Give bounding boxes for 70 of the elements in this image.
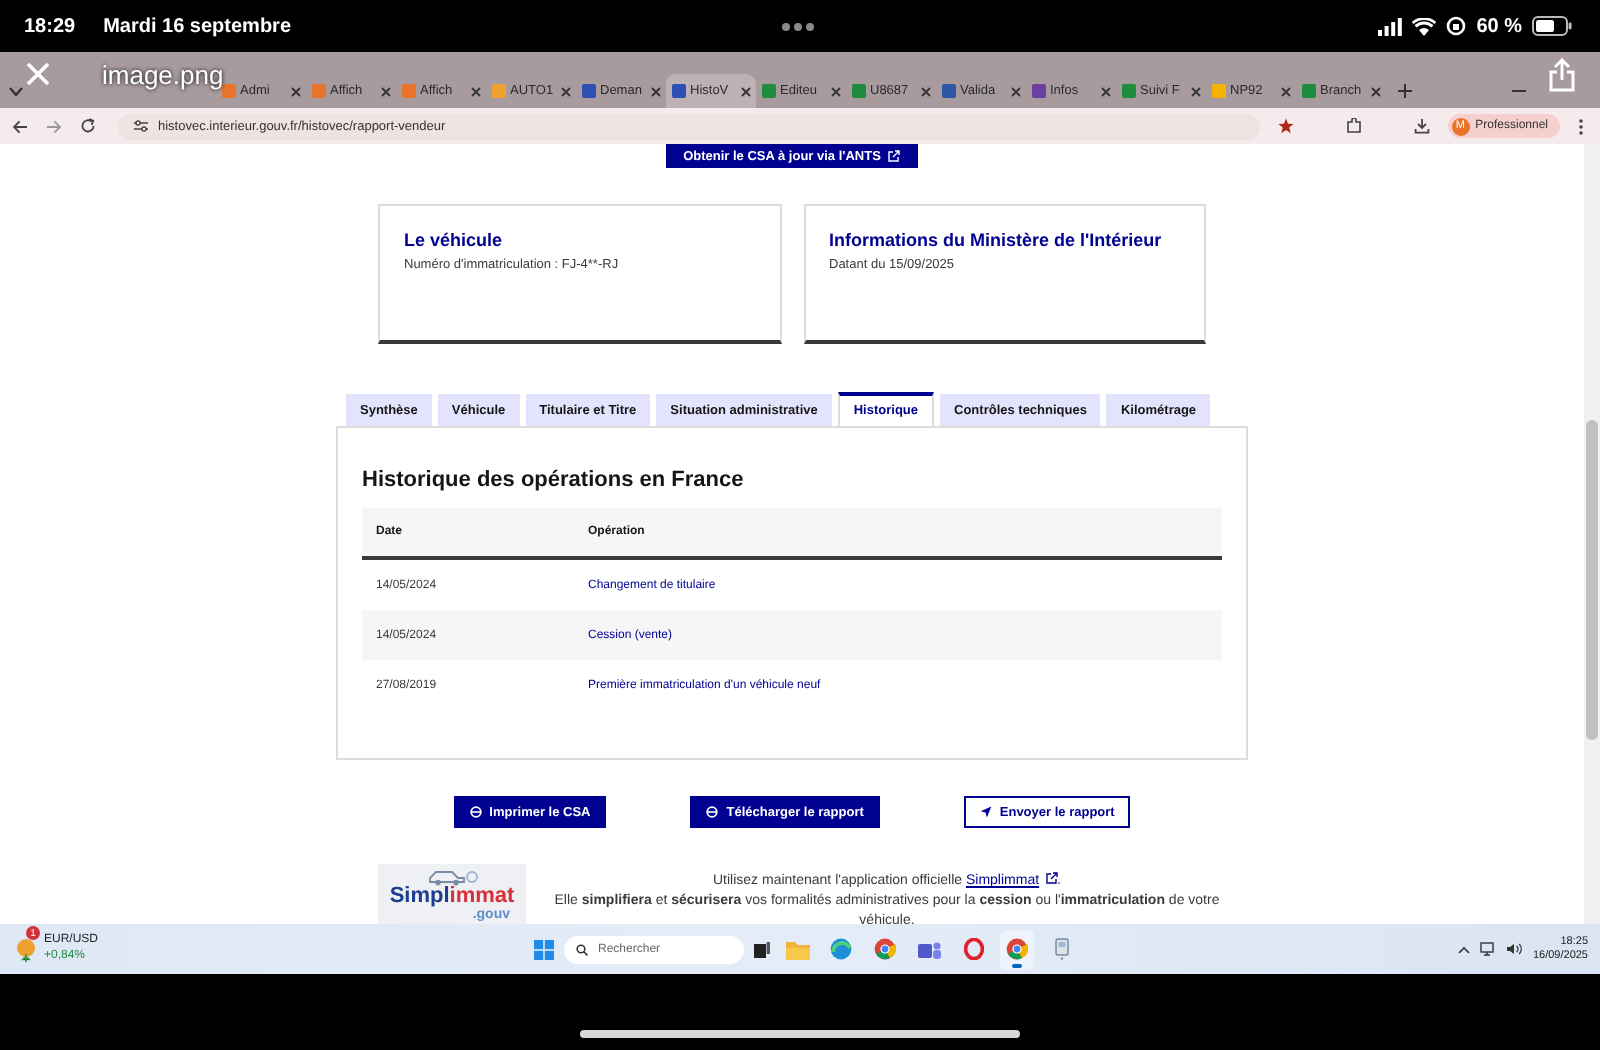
disc-icon [706, 806, 719, 818]
signal-icon [1378, 17, 1403, 35]
favicon-icon [492, 84, 506, 98]
close-icon[interactable] [1010, 85, 1022, 97]
chevron-up-icon[interactable] [1458, 945, 1471, 953]
favicon-icon [852, 84, 866, 98]
close-icon[interactable] [1370, 85, 1382, 97]
minimize-icon[interactable] [1512, 89, 1526, 93]
battery-icon [1532, 16, 1572, 36]
teams-icon[interactable] [917, 939, 942, 959]
favicon-icon [672, 84, 686, 98]
reload-icon[interactable] [80, 118, 96, 134]
favicon-icon [402, 84, 416, 98]
card-title: Informations du Ministère de l'Intérieur [829, 230, 1164, 250]
battery-percent: 60 % [1476, 15, 1522, 37]
chrome-icon[interactable] [874, 938, 897, 960]
send-icon [979, 806, 992, 818]
favicon-icon [222, 84, 236, 98]
close-icon[interactable] [650, 85, 662, 97]
scrollbar[interactable] [1584, 144, 1600, 924]
new-tab-icon[interactable] [1398, 84, 1412, 98]
opera-icon[interactable] [963, 938, 984, 960]
close-icon[interactable] [470, 85, 482, 97]
time: 18:29 [24, 15, 76, 37]
close-icon[interactable] [830, 85, 842, 97]
section-title: Historique des opérations en France [362, 468, 746, 492]
date: Mardi 16 septembre [103, 15, 292, 37]
network-icon[interactable] [1480, 942, 1497, 956]
external-link-icon [888, 150, 901, 162]
disc-icon [469, 806, 482, 818]
rotation-lock-icon [1446, 16, 1467, 36]
file-title: image.png [102, 59, 224, 89]
close-icon[interactable] [1100, 85, 1112, 97]
favicon-icon [1212, 84, 1226, 98]
close-icon[interactable] [1280, 85, 1292, 97]
device-icon[interactable] [1053, 938, 1070, 960]
favicon-icon [312, 84, 326, 98]
start-icon[interactable] [534, 939, 555, 959]
extensions-icon[interactable] [1345, 118, 1362, 134]
star-icon[interactable] [1277, 118, 1294, 134]
favicon-icon [762, 84, 776, 98]
site-info-icon[interactable] [134, 120, 148, 132]
favicon-icon [582, 84, 596, 98]
chevron-down-icon[interactable] [8, 85, 24, 97]
external-link-icon [1045, 872, 1058, 884]
close-icon[interactable] [740, 85, 752, 97]
chrome-icon[interactable] [1006, 938, 1029, 960]
task-view-icon[interactable] [754, 941, 771, 957]
more-icon[interactable] [780, 21, 816, 31]
search-icon [576, 943, 589, 955]
close-icon[interactable] [920, 85, 932, 97]
download-icon[interactable] [1413, 118, 1430, 134]
close-icon[interactable] [290, 85, 302, 97]
browser-icon[interactable] [830, 938, 853, 960]
favicon-icon [1032, 84, 1046, 98]
taskbar-button[interactable] [1000, 929, 1035, 969]
favicon-icon [1302, 84, 1316, 98]
wifi-icon [1412, 17, 1437, 35]
favicon-icon [942, 84, 956, 98]
car-icon [426, 868, 478, 886]
card-title: Le véhicule [404, 230, 505, 250]
close-icon[interactable] [560, 85, 572, 97]
favicon-icon [1122, 84, 1136, 98]
close-icon[interactable] [1190, 85, 1202, 97]
flower-icon [16, 936, 38, 962]
menu-icon[interactable] [1578, 117, 1584, 135]
volume-icon[interactable] [1506, 942, 1523, 956]
share-icon[interactable] [1548, 57, 1576, 91]
back-icon[interactable] [12, 119, 28, 133]
close-icon[interactable] [380, 85, 392, 97]
